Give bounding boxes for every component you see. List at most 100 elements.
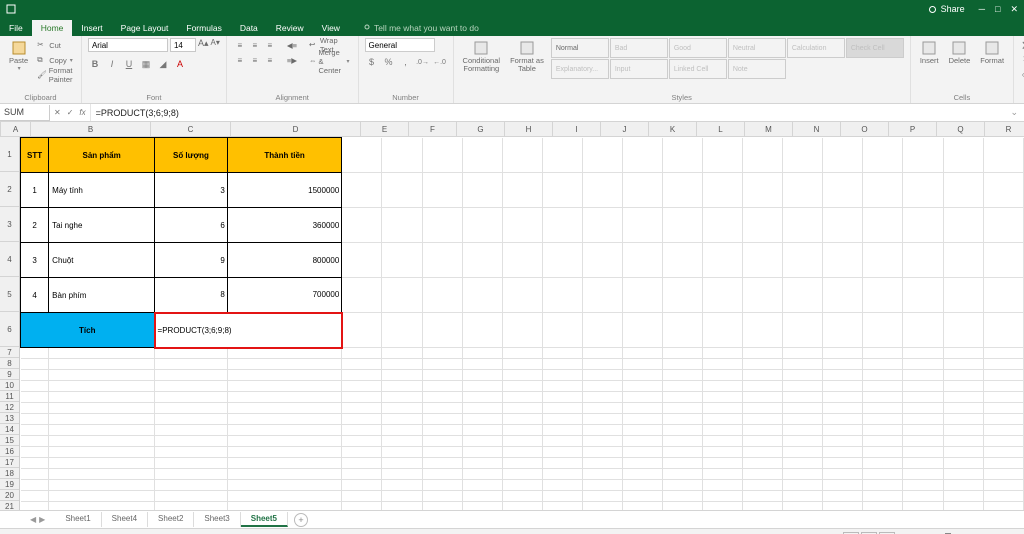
- cell[interactable]: [155, 403, 228, 414]
- cell[interactable]: [983, 359, 1023, 370]
- cell[interactable]: [863, 138, 903, 173]
- cell[interactable]: [983, 480, 1023, 491]
- row-header-1[interactable]: 1: [0, 137, 19, 172]
- cell[interactable]: [382, 313, 422, 348]
- increase-font-button[interactable]: A▴: [198, 38, 209, 52]
- cell[interactable]: [863, 313, 903, 348]
- cell[interactable]: [823, 381, 863, 392]
- cell[interactable]: [155, 348, 228, 359]
- row-header-6[interactable]: 6: [0, 312, 19, 347]
- cell[interactable]: [342, 469, 382, 480]
- cell[interactable]: [863, 480, 903, 491]
- cell[interactable]: [703, 414, 743, 425]
- cell[interactable]: [622, 173, 662, 208]
- sheet-tab-sheet1[interactable]: Sheet1: [55, 512, 101, 527]
- cell[interactable]: [663, 480, 703, 491]
- cell[interactable]: [823, 414, 863, 425]
- cell[interactable]: [542, 502, 582, 511]
- cell[interactable]: [582, 313, 622, 348]
- cell[interactable]: [903, 173, 943, 208]
- cell[interactable]: [582, 381, 622, 392]
- cell[interactable]: [21, 502, 49, 511]
- cell[interactable]: [823, 370, 863, 381]
- cell[interactable]: [823, 447, 863, 458]
- cell[interactable]: [983, 313, 1023, 348]
- cell[interactable]: [622, 348, 662, 359]
- cell[interactable]: [943, 458, 983, 469]
- cell[interactable]: [943, 359, 983, 370]
- cell[interactable]: [422, 381, 462, 392]
- cell[interactable]: [582, 447, 622, 458]
- cell[interactable]: [703, 138, 743, 173]
- cell[interactable]: [21, 370, 49, 381]
- cell[interactable]: [462, 359, 502, 370]
- cell[interactable]: [703, 243, 743, 278]
- cell[interactable]: [21, 458, 49, 469]
- cell[interactable]: [342, 243, 382, 278]
- cell[interactable]: [342, 425, 382, 436]
- header-sl[interactable]: Số lượng: [155, 138, 228, 173]
- column-header-R[interactable]: R: [985, 122, 1024, 136]
- column-header-B[interactable]: B: [31, 122, 151, 136]
- cell[interactable]: [823, 491, 863, 502]
- cell[interactable]: [703, 403, 743, 414]
- cell[interactable]: [21, 425, 49, 436]
- row-header-12[interactable]: 12: [0, 402, 19, 413]
- cell[interactable]: [743, 208, 783, 243]
- cell[interactable]: [422, 480, 462, 491]
- cell[interactable]: [863, 392, 903, 403]
- cell[interactable]: [663, 392, 703, 403]
- style-linked-cell[interactable]: Linked Cell: [669, 59, 727, 79]
- cell[interactable]: [903, 243, 943, 278]
- column-header-M[interactable]: M: [745, 122, 793, 136]
- cell[interactable]: [663, 425, 703, 436]
- cell[interactable]: [622, 491, 662, 502]
- cell[interactable]: [227, 403, 341, 414]
- cell[interactable]: [382, 458, 422, 469]
- header-tt[interactable]: Thành tiền: [227, 138, 341, 173]
- row-header-13[interactable]: 13: [0, 413, 19, 424]
- cell[interactable]: [703, 348, 743, 359]
- cell[interactable]: [943, 173, 983, 208]
- cell[interactable]: [502, 313, 542, 348]
- cell[interactable]: [227, 436, 341, 447]
- cell[interactable]: [983, 458, 1023, 469]
- cell[interactable]: [663, 491, 703, 502]
- data-cell[interactable]: 360000: [227, 208, 341, 243]
- cell[interactable]: [462, 502, 502, 511]
- font-name-input[interactable]: [88, 38, 168, 52]
- tab-data[interactable]: Data: [231, 20, 267, 36]
- header-sp[interactable]: Sản phẩm: [49, 138, 155, 173]
- cell[interactable]: [342, 348, 382, 359]
- cell[interactable]: [502, 173, 542, 208]
- data-cell[interactable]: 1500000: [227, 173, 341, 208]
- cell[interactable]: [943, 208, 983, 243]
- cell[interactable]: [342, 502, 382, 511]
- cell[interactable]: [542, 480, 582, 491]
- cell[interactable]: [743, 173, 783, 208]
- italic-button[interactable]: I: [105, 57, 119, 71]
- cell[interactable]: [663, 208, 703, 243]
- data-cell[interactable]: 800000: [227, 243, 341, 278]
- cell[interactable]: [155, 458, 228, 469]
- cell[interactable]: [502, 414, 542, 425]
- cell[interactable]: [943, 370, 983, 381]
- insert-cells-button[interactable]: Insert: [917, 38, 942, 67]
- cell[interactable]: [903, 138, 943, 173]
- cell[interactable]: [823, 278, 863, 313]
- column-header-F[interactable]: F: [409, 122, 457, 136]
- cell[interactable]: [622, 208, 662, 243]
- cell[interactable]: [582, 392, 622, 403]
- cell[interactable]: [155, 469, 228, 480]
- conditional-formatting-button[interactable]: Conditional Formatting: [460, 38, 504, 76]
- cell[interactable]: [743, 436, 783, 447]
- column-header-K[interactable]: K: [649, 122, 697, 136]
- cell[interactable]: [422, 359, 462, 370]
- cell[interactable]: [422, 491, 462, 502]
- cell[interactable]: [663, 458, 703, 469]
- tab-home[interactable]: Home: [32, 20, 73, 36]
- cell[interactable]: [422, 278, 462, 313]
- cell[interactable]: [703, 359, 743, 370]
- cell[interactable]: [743, 278, 783, 313]
- column-header-G[interactable]: G: [457, 122, 505, 136]
